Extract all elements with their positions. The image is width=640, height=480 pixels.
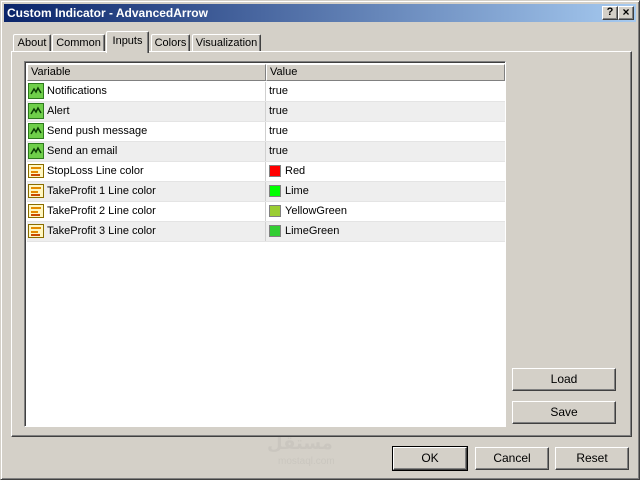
help-button[interactable]: ? — [602, 6, 618, 20]
title-bar[interactable]: Custom Indicator - AdvancedArrow ? × — [4, 4, 636, 22]
tab-visualization[interactable]: Visualization — [192, 34, 261, 52]
variable-label: TakeProfit 3 Line color — [47, 225, 156, 237]
column-header-variable[interactable]: Variable — [27, 64, 266, 81]
value-cell[interactable]: true — [266, 102, 505, 121]
variable-cell: Send push message — [27, 122, 266, 141]
color-swatch — [269, 185, 281, 197]
table-row[interactable]: Alert true — [27, 102, 505, 122]
table-row[interactable]: Send an email true — [27, 142, 505, 162]
value-text: YellowGreen — [285, 205, 347, 217]
load-button[interactable]: Load — [512, 368, 616, 391]
variable-cell: Send an email — [27, 142, 266, 161]
value-cell[interactable]: YellowGreen — [266, 202, 505, 221]
value-text: true — [269, 105, 288, 117]
value-cell[interactable]: LimeGreen — [266, 222, 505, 241]
dialog-window: Custom Indicator - AdvancedArrow ? × Abo… — [0, 0, 640, 480]
table-row[interactable]: TakeProfit 2 Line color YellowGreen — [27, 202, 505, 222]
value-cell[interactable]: true — [266, 82, 505, 101]
close-button[interactable]: × — [618, 6, 634, 20]
variable-cell: TakeProfit 1 Line color — [27, 182, 266, 201]
color-icon — [28, 203, 44, 219]
color-swatch — [269, 165, 281, 177]
table-row[interactable]: Notifications true — [27, 82, 505, 102]
variable-label: Send an email — [47, 145, 118, 157]
color-swatch — [269, 225, 281, 237]
boolean-icon — [28, 83, 44, 99]
column-header-value[interactable]: Value — [266, 64, 505, 81]
boolean-icon — [28, 143, 44, 159]
variable-label: TakeProfit 2 Line color — [47, 205, 156, 217]
value-cell[interactable]: Red — [266, 162, 505, 181]
cancel-button[interactable]: Cancel — [475, 447, 549, 470]
variable-cell: TakeProfit 2 Line color — [27, 202, 266, 221]
value-cell[interactable]: true — [266, 122, 505, 141]
value-cell[interactable]: true — [266, 142, 505, 161]
value-text: true — [269, 85, 288, 97]
grid-header: Variable Value — [27, 64, 505, 81]
variable-cell: Notifications — [27, 82, 266, 101]
value-text: true — [269, 125, 288, 137]
ok-button[interactable]: OK — [392, 446, 468, 471]
value-text: true — [269, 145, 288, 157]
variable-cell: StopLoss Line color — [27, 162, 266, 181]
table-row[interactable]: StopLoss Line color Red — [27, 162, 505, 182]
variable-label: Alert — [47, 105, 70, 117]
color-icon — [28, 223, 44, 239]
save-button[interactable]: Save — [512, 401, 616, 424]
value-text: Red — [285, 165, 306, 177]
tab-colors[interactable]: Colors — [151, 34, 190, 52]
color-swatch — [269, 205, 281, 217]
tab-common[interactable]: Common — [52, 34, 105, 52]
variable-label: Send push message — [47, 125, 148, 137]
value-cell[interactable]: Lime — [266, 182, 505, 201]
value-text: Lime — [285, 185, 309, 197]
reset-button[interactable]: Reset — [555, 447, 629, 470]
window-title: Custom Indicator - AdvancedArrow — [7, 6, 208, 20]
variable-label: StopLoss Line color — [47, 165, 144, 177]
boolean-icon — [28, 123, 44, 139]
tab-about[interactable]: About — [13, 34, 51, 52]
variable-cell: TakeProfit 3 Line color — [27, 222, 266, 241]
table-row[interactable]: Send push message true — [27, 122, 505, 142]
variable-cell: Alert — [27, 102, 266, 121]
variable-label: TakeProfit 1 Line color — [47, 185, 156, 197]
color-icon — [28, 163, 44, 179]
variable-label: Notifications — [47, 85, 107, 97]
table-row[interactable]: TakeProfit 1 Line color Lime — [27, 182, 505, 202]
value-text: LimeGreen — [285, 225, 340, 237]
color-icon — [28, 183, 44, 199]
watermark-subtext: mostaql.com — [278, 456, 335, 467]
inputs-panel: Variable Value Notifications true Alert tru… — [11, 51, 632, 437]
table-row[interactable]: TakeProfit 3 Line color LimeGreen — [27, 222, 505, 242]
tab-inputs[interactable]: Inputs — [106, 31, 149, 53]
boolean-icon — [28, 103, 44, 119]
inputs-grid[interactable]: Variable Value Notifications true Alert tru… — [24, 61, 506, 427]
